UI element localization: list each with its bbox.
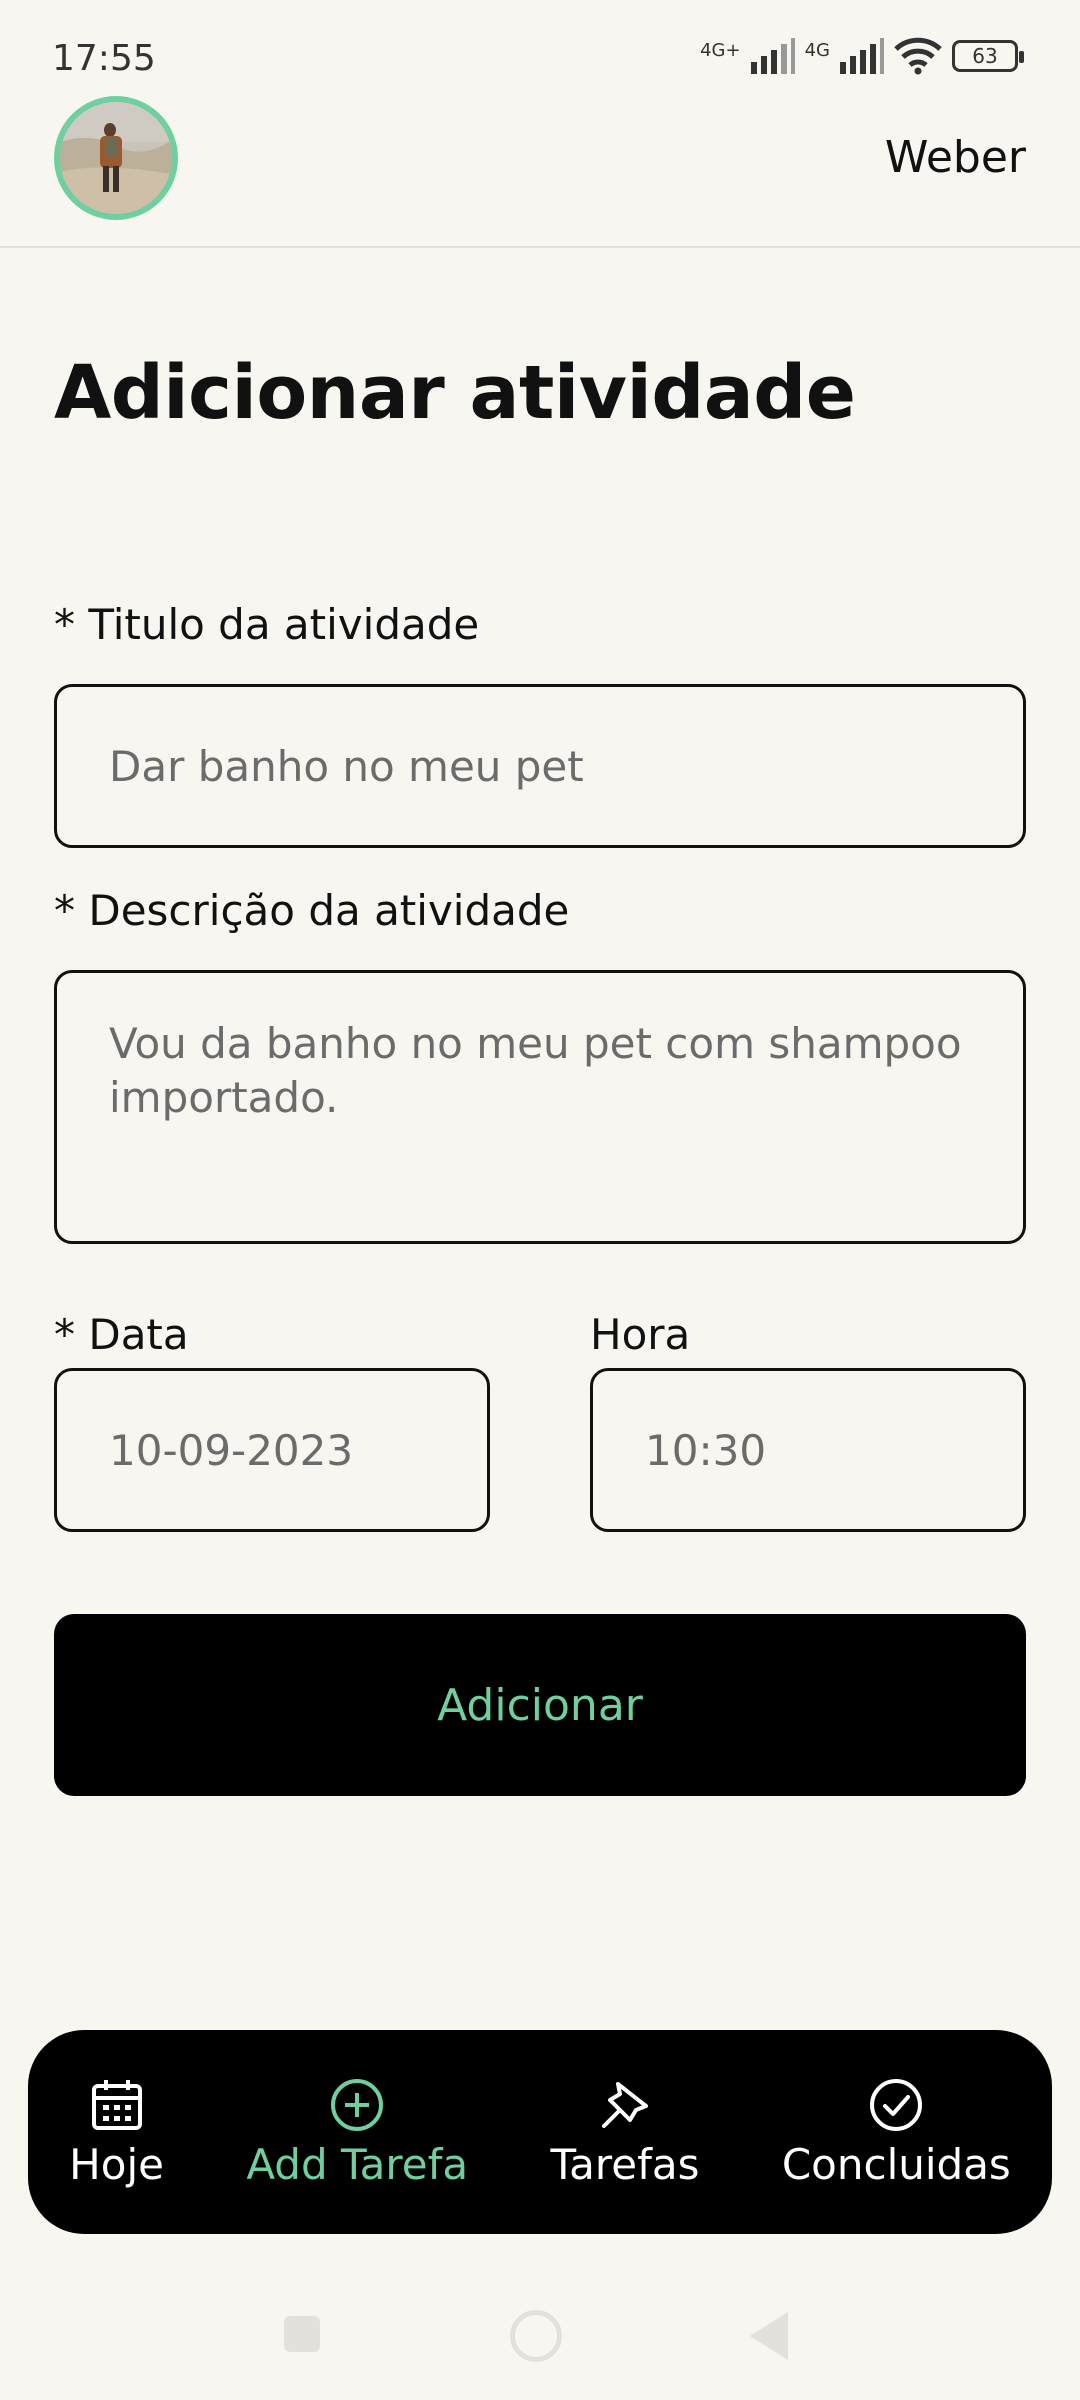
screen: 17:55 4G+ 4G 63 Weber Adicionar atividad…: [0, 0, 1080, 2400]
add-button[interactable]: Adicionar: [54, 1614, 1026, 1796]
nav-item-add-tarefa[interactable]: Add Tarefa: [246, 2076, 468, 2189]
status-time: 17:55: [52, 38, 156, 79]
nav-item-concluidas[interactable]: Concluidas: [782, 2076, 1011, 2189]
calendar-icon: [91, 2079, 142, 2130]
wifi-icon: [894, 37, 942, 75]
date-placeholder: 10-09-2023: [109, 1425, 354, 1475]
time-input[interactable]: 10:30: [590, 1368, 1026, 1532]
nav-item-hoje[interactable]: Hoje: [69, 2076, 164, 2189]
signal-icon: [840, 38, 884, 74]
nav-label-add-tarefa: Add Tarefa: [246, 2139, 469, 2189]
title-placeholder: Dar banho no meu pet: [109, 741, 584, 791]
date-label: * Data: [54, 1310, 189, 1359]
pin-icon: [601, 2081, 648, 2128]
status-bar: 17:55 4G+ 4G 63: [0, 0, 1080, 90]
avatar[interactable]: [54, 96, 178, 220]
title-input[interactable]: Dar banho no meu pet: [54, 684, 1026, 848]
network-type-1: 4G+: [700, 40, 741, 61]
title-label: * Titulo da atividade: [54, 600, 480, 649]
recent-apps-icon[interactable]: [284, 2316, 320, 2352]
time-placeholder: 10:30: [645, 1425, 767, 1475]
page-title: Adicionar atividade: [54, 350, 856, 436]
home-icon[interactable]: [510, 2310, 562, 2362]
back-icon[interactable]: [750, 2312, 788, 2360]
description-placeholder: Vou da banho no meu pet com shampoo impo…: [109, 1019, 962, 1122]
bottom-nav: Hoje Add Tarefa Tarefas Concluidas: [28, 2030, 1052, 2234]
network-type-2: 4G: [804, 40, 830, 61]
nav-label-hoje: Hoje: [69, 2139, 164, 2189]
time-label: Hora: [590, 1310, 691, 1359]
nav-label-concluidas: Concluidas: [781, 2139, 1011, 2189]
add-button-label: Adicionar: [437, 1679, 643, 1731]
user-name: Weber: [884, 132, 1026, 183]
system-nav-bar: [0, 2300, 1080, 2380]
nav-item-tarefas[interactable]: Tarefas: [550, 2076, 700, 2189]
battery-level: 63: [972, 44, 998, 68]
description-input[interactable]: Vou da banho no meu pet com shampoo impo…: [54, 970, 1026, 1244]
date-input[interactable]: 10-09-2023: [54, 1368, 490, 1532]
battery-icon: 63: [952, 40, 1024, 72]
app-header: Weber: [0, 90, 1080, 248]
status-icons: 4G+ 4G 63: [700, 36, 1024, 76]
nav-label-tarefas: Tarefas: [550, 2139, 700, 2189]
description-label: * Descrição da atividade: [54, 886, 570, 935]
plus-circle-icon: [331, 2078, 384, 2131]
avatar-photo: [60, 102, 172, 214]
signal-icon: [750, 38, 795, 74]
check-circle-icon: [870, 2078, 923, 2131]
